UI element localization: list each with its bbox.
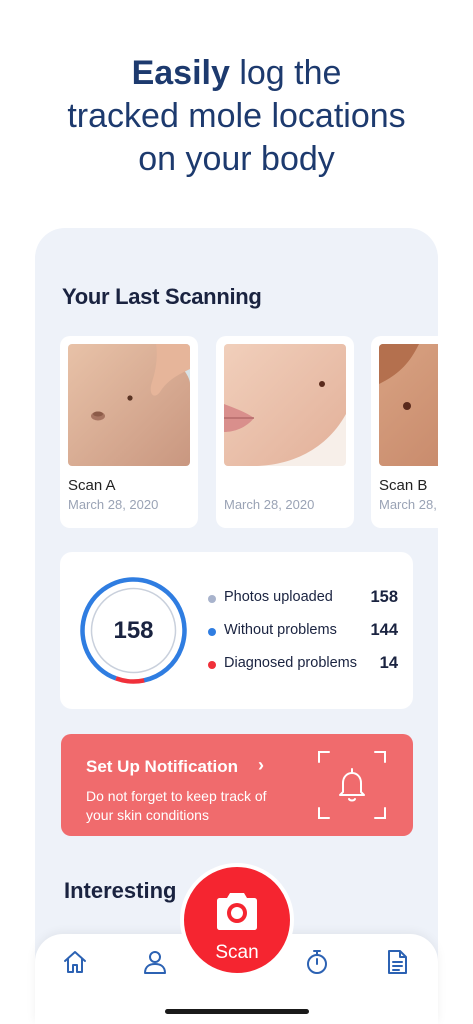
stat-value: 144: [370, 621, 398, 639]
stat-value: 158: [370, 588, 398, 606]
stat-dot: [208, 661, 216, 669]
scan-name: Scan B: [379, 477, 428, 494]
stat-label: Photos uploaded: [224, 589, 333, 605]
headline-line2: tracked mole locations: [67, 97, 406, 135]
scan-photo-belly: [68, 344, 190, 466]
headline-line3: on your body: [138, 140, 335, 178]
camera-icon: [217, 893, 257, 930]
profile-icon[interactable]: [141, 948, 169, 976]
home-indicator: [165, 1009, 309, 1014]
scan-name: Scan A: [68, 477, 116, 494]
scan-card-b[interactable]: Scan B March 28, 2020: [371, 336, 438, 528]
scan-button[interactable]: Scan: [180, 863, 294, 977]
interesting-title: Interesting: [64, 878, 177, 903]
notification-banner[interactable]: Set Up Notification › Do not forget to k…: [61, 734, 413, 836]
home-icon[interactable]: [61, 948, 89, 976]
scan-photo-neck: [379, 344, 438, 466]
scan-card-a[interactable]: Scan A March 28, 2020: [60, 336, 198, 528]
stat-row-photos: Photos uploaded 158: [208, 588, 398, 611]
headline-bold: Easily: [131, 54, 230, 92]
headline: Easily log the tracked mole locations on…: [0, 52, 473, 181]
scan-card-face[interactable]: March 28, 2020: [216, 336, 354, 528]
stat-dot: [208, 595, 216, 603]
stat-row-problems: Diagnosed problems 14: [208, 654, 398, 677]
headline-rest: log the: [229, 54, 342, 92]
scan-date: March 28, 2020: [68, 497, 159, 512]
chevron-right-icon[interactable]: ›: [258, 755, 264, 776]
stat-row-ok: Without problems 144: [208, 621, 398, 644]
notification-text: Do not forget to keep track of your skin…: [86, 788, 267, 823]
stat-label: Without problems: [224, 622, 337, 638]
stat-value: 14: [379, 654, 398, 672]
notification-title[interactable]: Set Up Notification: [86, 757, 238, 777]
stat-dot: [208, 628, 216, 636]
timer-icon[interactable]: [303, 948, 331, 976]
last-scanning-title: Your Last Scanning: [62, 284, 262, 309]
bell-icon[interactable]: [317, 750, 387, 820]
stat-label: Diagnosed problems: [224, 655, 357, 671]
document-icon[interactable]: [383, 948, 411, 976]
scan-photo-face: [224, 344, 346, 466]
scan-carousel[interactable]: Scan A March 28, 2020 March 28, 2020 Sca…: [60, 336, 438, 528]
scan-date: March 28, 2020: [379, 497, 438, 512]
stats-card: 158 Photos uploaded 158 Without problems…: [60, 552, 413, 709]
scan-button-label: Scan: [215, 942, 259, 963]
scan-date: March 28, 2020: [224, 497, 315, 512]
ring-total: 158: [113, 616, 154, 644]
